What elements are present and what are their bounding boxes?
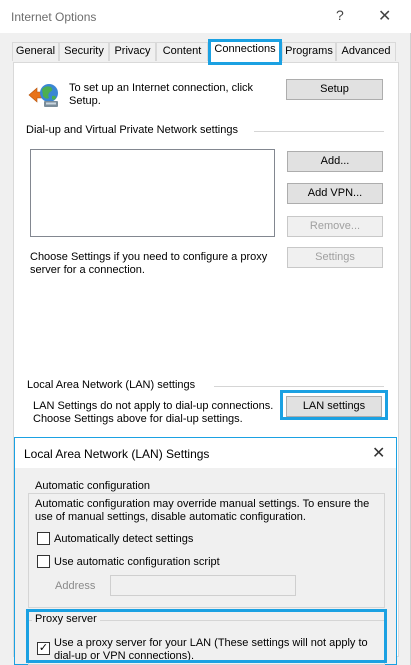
settings-button[interactable]: Settings [287, 247, 383, 268]
dialog-title: Local Area Network (LAN) Settings [24, 447, 210, 461]
title-bar: Internet Options ? ✕ [0, 0, 411, 33]
add-button[interactable]: Add... [287, 151, 383, 172]
lan-heading: Local Area Network (LAN) settings [27, 379, 196, 391]
dialup-heading: Dial-up and Virtual Private Network sett… [26, 124, 238, 136]
tab-general[interactable]: General [12, 42, 59, 61]
proxy-server-highlight [26, 609, 387, 663]
add-vpn-button[interactable]: Add VPN... [287, 183, 383, 204]
tab-privacy[interactable]: Privacy [109, 42, 156, 61]
connections-tab-highlight [208, 39, 282, 65]
remove-button[interactable]: Remove... [287, 216, 383, 237]
setup-button[interactable]: Setup [286, 79, 383, 100]
address-input[interactable] [110, 575, 296, 596]
dialog-close-button[interactable]: ✕ [372, 443, 385, 463]
lan-description: LAN Settings do not apply to dial-up con… [33, 400, 274, 425]
window-title: Internet Options [11, 10, 97, 24]
tab-programs[interactable]: Programs [282, 42, 336, 61]
connections-listbox[interactable] [30, 149, 275, 237]
tab-advanced[interactable]: Advanced [336, 42, 396, 61]
auto-script-label: Use automatic configuration script [54, 556, 220, 568]
globe-network-icon [28, 79, 60, 111]
setup-description: To set up an Internet connection, click … [69, 82, 254, 107]
auto-config-legend: Automatic configuration [32, 480, 153, 492]
auto-script-checkbox[interactable] [37, 555, 50, 568]
close-button[interactable]: ✕ [378, 6, 391, 26]
dialog-title-bar: Local Area Network (LAN) Settings ✕ [15, 438, 396, 468]
tab-content[interactable]: Content [156, 42, 208, 61]
lan-divider [214, 386, 384, 387]
proxy-settings-description: Choose Settings if you need to configure… [30, 251, 268, 276]
tab-security[interactable]: Security [59, 42, 109, 61]
auto-detect-label: Automatically detect settings [54, 533, 194, 545]
lan-settings-dialog: Local Area Network (LAN) Settings ✕ Auto… [14, 437, 397, 665]
auto-detect-checkbox[interactable] [37, 532, 50, 545]
address-label: Address [55, 580, 96, 592]
lan-settings-highlight [280, 390, 388, 420]
help-button[interactable]: ? [336, 7, 344, 23]
dialup-divider [254, 131, 384, 132]
auto-config-description: Automatic configuration may override man… [35, 498, 370, 523]
